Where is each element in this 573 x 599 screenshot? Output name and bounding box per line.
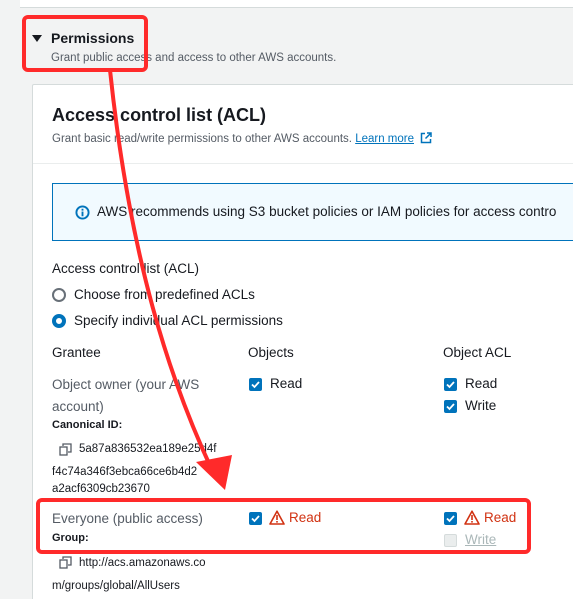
info-icon bbox=[75, 205, 90, 220]
permissions-description: Grant public access and access to other … bbox=[51, 52, 337, 64]
canonical-id-line1: 5a87a836532ea189e25d4f bbox=[79, 443, 217, 455]
checkbox-checked-icon bbox=[446, 403, 455, 411]
radio-button[interactable] bbox=[52, 288, 66, 302]
acl-description-text: Grant basic read/write permissions to ot… bbox=[52, 133, 352, 145]
learn-more-link[interactable]: Learn more bbox=[355, 133, 414, 145]
canonical-id-line3: a2acf6309cb23670 bbox=[52, 483, 150, 495]
previous-panel-edge bbox=[0, 0, 573, 8]
acl-description: Grant basic read/write permissions to ot… bbox=[52, 132, 432, 145]
column-header-objects: Objects bbox=[248, 345, 294, 360]
warning-icon bbox=[464, 510, 480, 525]
copy-icon[interactable] bbox=[59, 556, 72, 569]
canonical-id-label: Canonical ID: bbox=[52, 419, 123, 431]
checkbox-checked-icon bbox=[446, 381, 455, 389]
everyone-objects-read-checkbox[interactable] bbox=[249, 512, 262, 525]
owner-acl-write-label[interactable]: Write bbox=[465, 398, 496, 413]
caret-down-icon[interactable] bbox=[32, 35, 42, 42]
column-header-grantee: Grantee bbox=[52, 345, 101, 360]
acl-panel: Access control list (ACL) Grant basic re… bbox=[32, 84, 573, 599]
radio-button-selected[interactable] bbox=[52, 314, 66, 328]
acl-options-label: Access control list (ACL) bbox=[52, 261, 200, 276]
everyone-acl-write-label: Write bbox=[465, 532, 497, 547]
info-message: AWS recommends using S3 bucket policies … bbox=[97, 204, 557, 219]
checkbox-checked-icon bbox=[251, 381, 260, 389]
grantee-owner-line2: account) bbox=[52, 399, 104, 414]
owner-acl-read-checkbox[interactable] bbox=[444, 378, 457, 391]
permissions-title[interactable]: Permissions bbox=[51, 30, 134, 46]
owner-acl-read-label[interactable]: Read bbox=[465, 376, 497, 391]
grantee-everyone: Everyone (public access) bbox=[52, 511, 203, 526]
radio-label[interactable]: Choose from predefined ACLs bbox=[74, 287, 255, 302]
owner-objects-read-label[interactable]: Read bbox=[270, 376, 302, 391]
checkbox-checked-icon bbox=[251, 515, 260, 523]
group-label: Group: bbox=[52, 532, 89, 544]
group-uri-line1: http://acs.amazonaws.co bbox=[79, 557, 206, 569]
owner-acl-write-checkbox[interactable] bbox=[444, 400, 457, 413]
warning-icon bbox=[269, 510, 285, 525]
s3-permissions-screen: Permissions Grant public access and acce… bbox=[0, 0, 573, 599]
info-alert: AWS recommends using S3 bucket policies … bbox=[52, 183, 573, 241]
owner-objects-read-checkbox[interactable] bbox=[249, 378, 262, 391]
page-gutter bbox=[0, 0, 20, 8]
everyone-acl-read-label[interactable]: Read bbox=[484, 510, 516, 525]
external-link-icon[interactable] bbox=[420, 132, 432, 144]
everyone-objects-read-label[interactable]: Read bbox=[289, 510, 321, 525]
acl-title: Access control list (ACL) bbox=[52, 105, 267, 125]
divider bbox=[33, 163, 573, 164]
column-header-object-acl: Object ACL bbox=[443, 345, 512, 360]
radio-label[interactable]: Specify individual ACL permissions bbox=[74, 313, 283, 328]
everyone-acl-write-checkbox-disabled bbox=[444, 534, 457, 547]
grantee-owner-line1: Object owner (your AWS bbox=[52, 377, 200, 392]
group-uri-line2: m/groups/global/AllUsers bbox=[52, 580, 180, 592]
everyone-acl-read-checkbox[interactable] bbox=[444, 512, 457, 525]
checkbox-checked-icon bbox=[446, 515, 455, 523]
copy-icon[interactable] bbox=[59, 443, 72, 456]
